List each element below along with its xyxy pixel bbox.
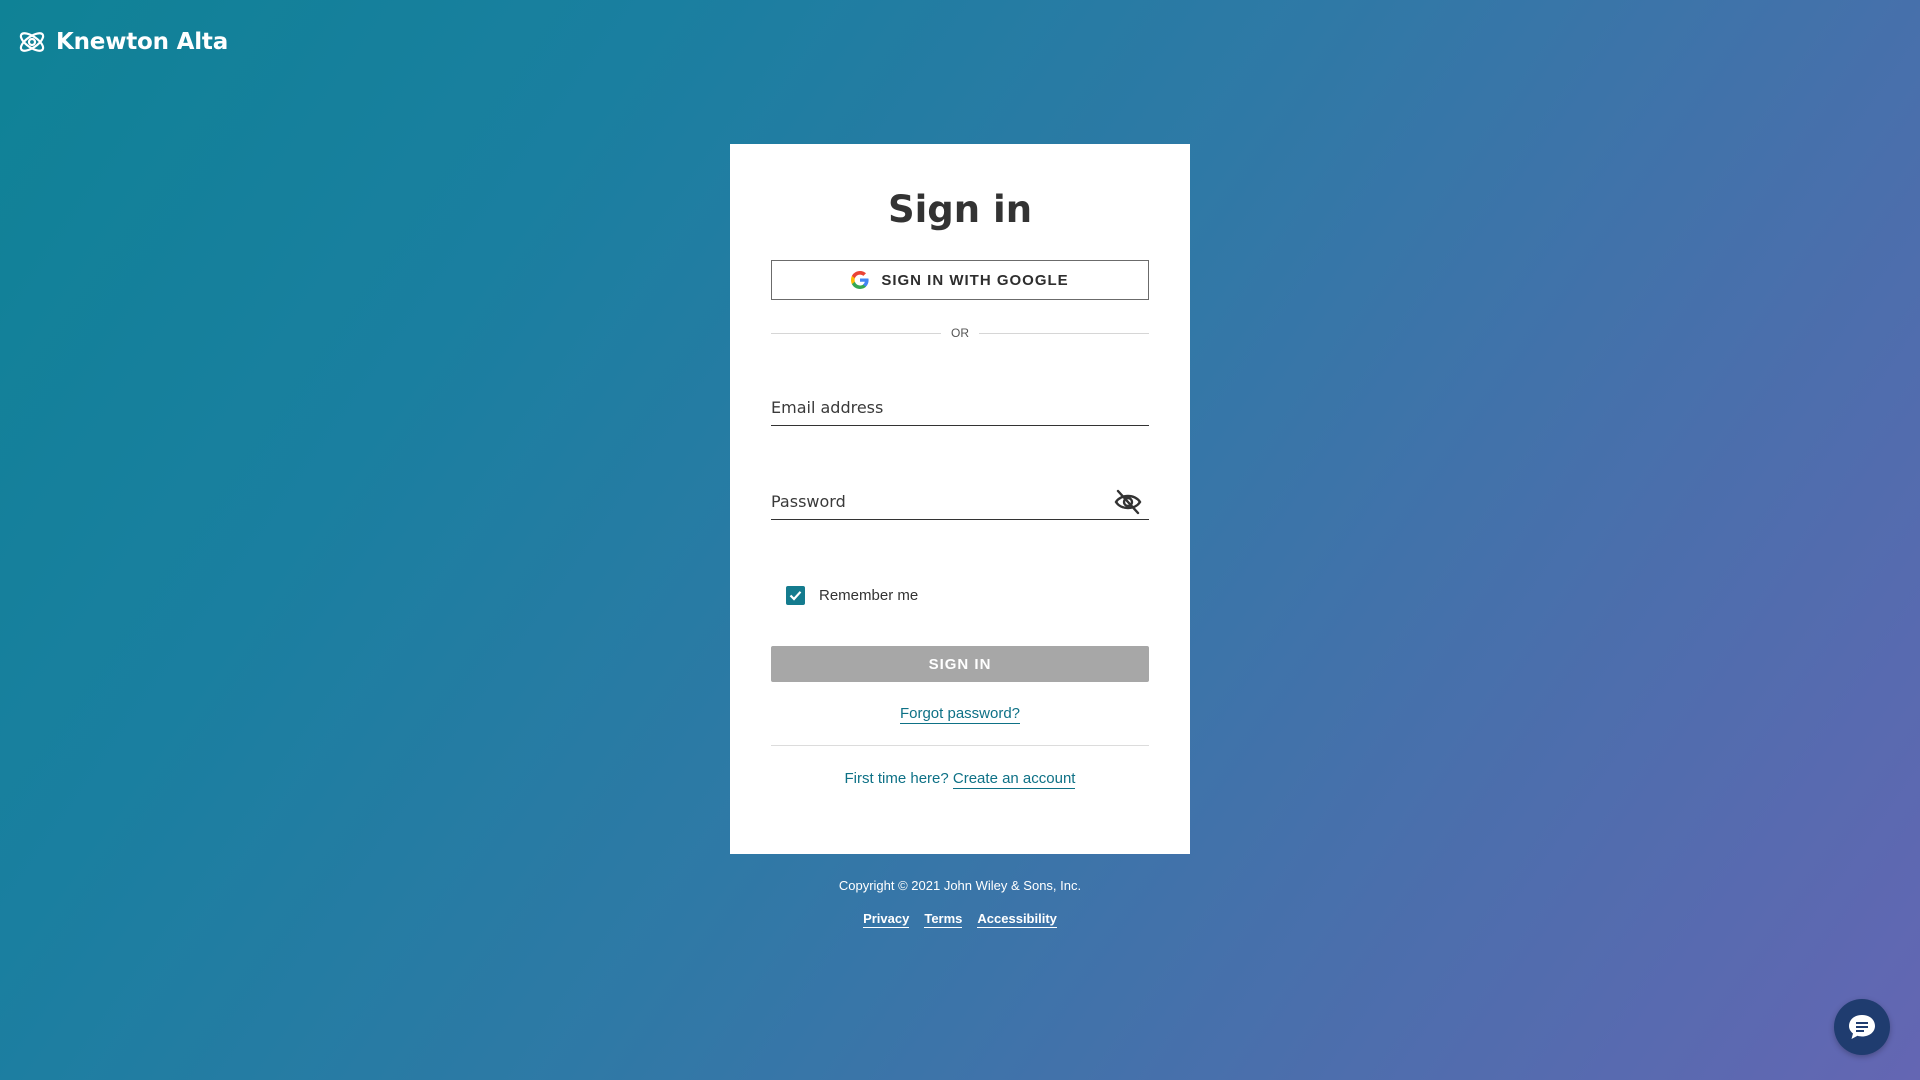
divider-line (771, 332, 941, 334)
email-field[interactable] (771, 393, 1149, 421)
remember-me: Remember me (786, 586, 1149, 605)
chat-bubble-icon (1849, 1015, 1875, 1039)
atom-logo-icon (19, 32, 45, 52)
checkmark-icon (789, 591, 802, 601)
chat-button[interactable] (1834, 999, 1890, 1055)
sign-in-card: Sign in SIGN IN WITH GOOGLE OR Email add… (730, 144, 1190, 854)
privacy-link[interactable]: Privacy (863, 911, 910, 928)
terms-link[interactable]: Terms (924, 911, 963, 928)
brand[interactable]: Knewton Alta (16, 26, 228, 58)
google-button-label: SIGN IN WITH GOOGLE (881, 271, 1069, 289)
page-title: Sign in (887, 188, 1033, 231)
footer-links: Privacy Terms Accessibility (0, 911, 1920, 928)
first-time-row: First time here? Create an account (771, 770, 1149, 789)
footer: Copyright © 2021 John Wiley & Sons, Inc.… (0, 878, 1920, 928)
accessibility-link[interactable]: Accessibility (977, 911, 1057, 928)
remember-me-label: Remember me (819, 587, 919, 604)
forgot-password-link[interactable]: Forgot password? (899, 705, 1021, 724)
password-field-container (771, 476, 1149, 520)
sign-in-with-google-button[interactable]: SIGN IN WITH GOOGLE (771, 260, 1149, 300)
google-g-icon (851, 271, 869, 289)
password-field[interactable] (771, 487, 1149, 515)
sign-in-button[interactable]: SIGN IN (771, 646, 1149, 682)
card-divider (771, 745, 1149, 746)
create-account-link[interactable]: Create an account (952, 770, 1076, 789)
divider-line (979, 332, 1149, 334)
forgot-password-row: Forgot password? (771, 705, 1149, 724)
copyright-text: Copyright © 2021 John Wiley & Sons, Inc. (838, 878, 1082, 893)
brand-name: Knewton Alta (56, 29, 229, 55)
remember-me-checkbox[interactable] (786, 586, 805, 605)
eye-slash-icon[interactable] (1113, 487, 1143, 517)
first-time-text: First time here? (844, 770, 949, 787)
or-divider: OR (771, 326, 1149, 340)
or-label: OR (951, 326, 969, 340)
email-field-container (771, 382, 1149, 426)
